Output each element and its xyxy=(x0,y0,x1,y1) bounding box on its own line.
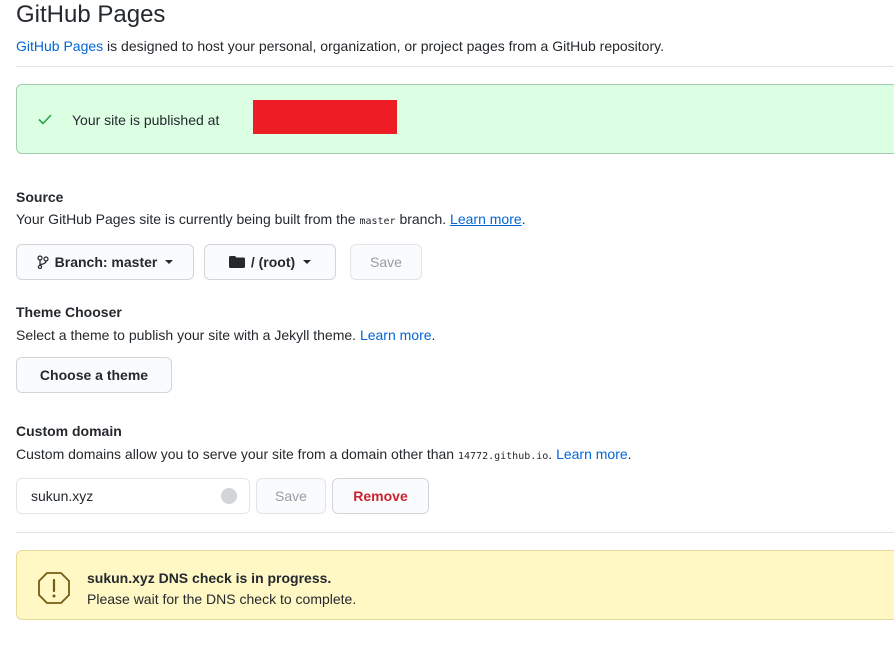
domain-code: 14772.github.io xyxy=(457,451,549,462)
published-flash: Your site is published at xyxy=(16,84,894,154)
remove-domain-button[interactable]: Remove xyxy=(332,478,429,514)
published-text: Your site is published at xyxy=(72,112,220,128)
theme-learn-more-link[interactable]: Learn more xyxy=(360,327,432,343)
theme-description: Select a theme to publish your site with… xyxy=(16,325,435,345)
custom-domain-save-button[interactable]: Save xyxy=(256,478,326,514)
source-text-after: branch. xyxy=(395,211,451,227)
folder-select-label: / (root) xyxy=(250,254,296,270)
branch-select-label: Branch: master xyxy=(54,254,158,270)
branch-select-button[interactable]: Branch: master xyxy=(16,244,194,280)
pages-intro: GitHub Pages is designed to host your pe… xyxy=(16,36,664,56)
git-branch-icon xyxy=(37,255,49,269)
octocat-icon xyxy=(221,488,237,504)
choose-theme-button[interactable]: Choose a theme xyxy=(16,357,172,393)
source-period: . xyxy=(521,211,526,227)
folder-select-button[interactable]: / (root) xyxy=(204,244,336,280)
custom-domain-sep: . xyxy=(548,446,557,462)
folder-icon xyxy=(228,256,245,268)
redacted-url xyxy=(253,100,397,134)
alert-icon xyxy=(38,572,70,604)
custom-domain-input[interactable]: sukun.xyz xyxy=(16,478,250,514)
divider xyxy=(16,532,894,533)
source-learn-more-link[interactable]: Learn more xyxy=(450,211,522,227)
chevron-down-icon xyxy=(165,260,174,264)
github-pages-link[interactable]: GitHub Pages xyxy=(16,38,103,54)
check-icon xyxy=(38,114,52,125)
chevron-down-icon xyxy=(303,260,312,264)
theme-heading: Theme Chooser xyxy=(16,304,122,320)
branch-code: master xyxy=(359,216,396,227)
custom-domain-value: sukun.xyz xyxy=(31,488,94,504)
custom-domain-learn-more-link[interactable]: Learn more xyxy=(556,446,628,462)
dns-warning-title: sukun.xyz DNS check is in progress. xyxy=(87,570,332,586)
custom-domain-heading: Custom domain xyxy=(16,423,122,439)
dns-warning-subtitle: Please wait for the DNS check to complet… xyxy=(87,591,357,607)
theme-period: . xyxy=(431,327,436,343)
custom-domain-description: Custom domains allow you to serve your s… xyxy=(16,444,632,467)
theme-text: Select a theme to publish your site with… xyxy=(16,327,360,343)
source-text: Your GitHub Pages site is currently bein… xyxy=(16,211,360,227)
dns-warning-flash: sukun.xyz DNS check is in progress. Plea… xyxy=(16,550,894,620)
intro-text: is designed to host your personal, organ… xyxy=(103,38,664,54)
custom-domain-text: Custom domains allow you to serve your s… xyxy=(16,446,458,462)
source-save-button[interactable]: Save xyxy=(350,244,422,280)
page-title: GitHub Pages xyxy=(16,1,166,28)
source-description: Your GitHub Pages site is currently bein… xyxy=(16,209,526,232)
divider xyxy=(16,66,894,67)
custom-domain-period: . xyxy=(627,446,632,462)
source-heading: Source xyxy=(16,189,64,205)
